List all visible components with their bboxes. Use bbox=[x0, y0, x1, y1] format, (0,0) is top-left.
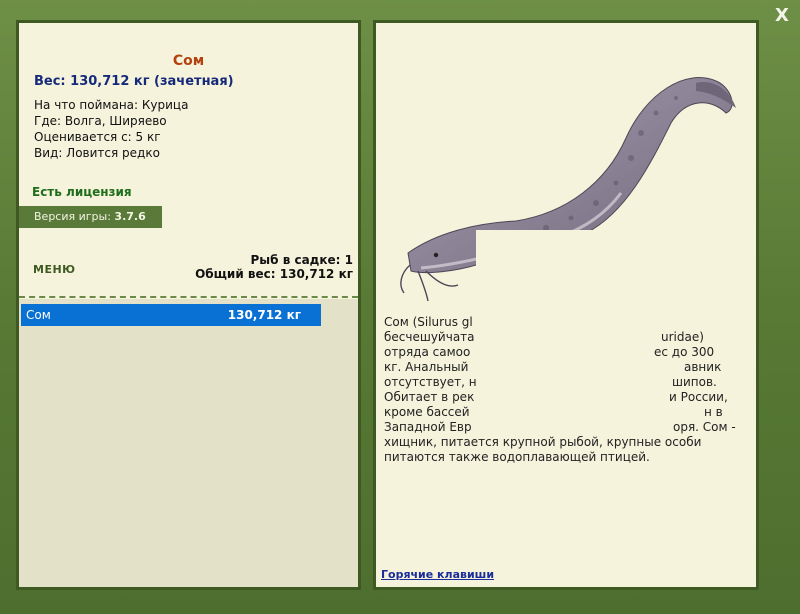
location-info: Где: Волга, Ширяево bbox=[34, 114, 167, 128]
cage-summary: Рыб в садке: 1 Общий вес: 130,712 кг bbox=[195, 253, 353, 281]
version-bar: Версия игры: 3.7.6 bbox=[19, 206, 162, 228]
desc-line: кроме бассей н в bbox=[384, 405, 723, 419]
license-status: Есть лицензия bbox=[32, 185, 132, 199]
fish-description: Сом (Silurus gl бесчешуйчата uridae) отр… bbox=[384, 315, 754, 465]
list-item-weight: 130,712 кг bbox=[227, 308, 301, 322]
divider bbox=[19, 296, 358, 298]
desc-line: кг. Анальный авник bbox=[384, 360, 722, 374]
catch-list: Сом 130,712 кг bbox=[19, 299, 358, 587]
desc-line: бесчешуйчата uridae) bbox=[384, 330, 704, 344]
rarity-info: Вид: Ловится редко bbox=[34, 146, 160, 160]
description-panel: Сом (Silurus gl бесчешуйчата uridae) отр… bbox=[373, 20, 759, 590]
close-icon[interactable]: X bbox=[772, 6, 792, 26]
desc-line: хищник, питается крупной рыбой, крупные … bbox=[384, 435, 702, 449]
desc-line: отсутствует, н шипов. bbox=[384, 375, 717, 389]
version-value: 3.7.6 bbox=[114, 210, 146, 223]
desc-line: отряда самоо ес до 300 bbox=[384, 345, 715, 359]
hotkeys-link[interactable]: Горячие клавиши bbox=[381, 568, 494, 581]
desc-line: Западной Евр оря. Сом - bbox=[384, 420, 736, 434]
menu-button[interactable]: МЕНЮ bbox=[33, 263, 76, 276]
catch-info-panel: Сом Вес: 130,712 кг (зачетная) На что по… bbox=[16, 20, 361, 590]
desc-line: питаются также водоплавающей птицей. bbox=[384, 450, 650, 464]
cage-count: Рыб в садке: 1 bbox=[250, 253, 354, 267]
cage-total-weight: Общий вес: 130,712 кг bbox=[195, 267, 353, 281]
list-item-name: Сом bbox=[26, 308, 51, 322]
fish-weight: Вес: 130,712 кг (зачетная) bbox=[34, 74, 234, 89]
desc-line: Обитает в рек и России, bbox=[384, 390, 728, 404]
fish-name: Сом bbox=[172, 53, 205, 69]
desc-line: Сом (Silurus gl bbox=[384, 315, 473, 329]
rating-info: Оценивается с: 5 кг bbox=[34, 130, 161, 144]
catfish-image bbox=[400, 77, 741, 303]
version-label: Версия игры: bbox=[34, 210, 111, 223]
list-item[interactable]: Сом 130,712 кг bbox=[21, 304, 321, 326]
bait-info: На что поймана: Курица bbox=[34, 98, 189, 112]
